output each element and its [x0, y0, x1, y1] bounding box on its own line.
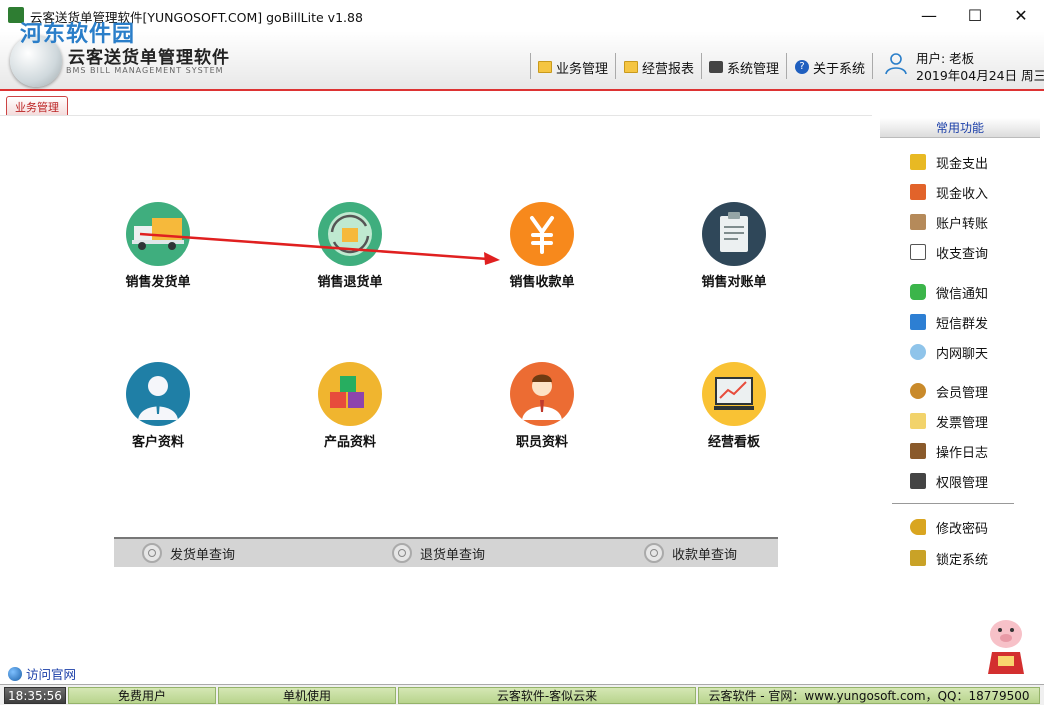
search-icon [644, 543, 664, 563]
sidebar-item-logs[interactable]: 操作日志 [910, 440, 988, 462]
sidebar-item-members[interactable]: 会员管理 [910, 380, 988, 402]
sidebar-title: 常用功能 [880, 118, 1040, 138]
annotation-arrow [139, 232, 500, 265]
sidebar-item-label: 权限管理 [936, 475, 989, 491]
sidebar-item-label: 修改密码 [936, 521, 989, 537]
cash-in-icon [910, 184, 926, 200]
query-label: 退货单查询 [420, 547, 486, 563]
signpost-icon [910, 214, 926, 230]
visit-link-label: 访问官网 [26, 667, 77, 682]
sidebar-item-transfer[interactable]: 账户转账 [910, 211, 988, 233]
sidebar-item-label: 微信通知 [936, 286, 989, 302]
status-slogan: 云客软件-客似云来 [398, 687, 696, 704]
sidebar-item-label: 收支查询 [936, 246, 989, 262]
search-icon [142, 543, 162, 563]
cash-out-icon [910, 154, 926, 170]
status-time: 18:35:56 [4, 687, 66, 704]
sidebar-item-label: 短信群发 [936, 316, 989, 332]
sms-icon [910, 314, 926, 330]
sidebar-item-label: 锁定系统 [936, 552, 989, 568]
receipt-query-button[interactable]: 收款单查询 [644, 543, 737, 563]
search-icon [392, 543, 412, 563]
sidebar-item-cash-out[interactable]: 现金支出 [910, 151, 988, 173]
status-bar: 18:35:56 免费用户 单机使用 云客软件-客似云来 云客软件 - 官网：w… [0, 684, 1044, 705]
sidebar-item-wechat[interactable]: 微信通知 [910, 281, 988, 303]
delivery-query-button[interactable]: 发货单查询 [142, 543, 235, 563]
query-label: 收款单查询 [672, 547, 738, 563]
medal-icon [910, 383, 926, 399]
wechat-icon [910, 284, 926, 300]
sidebar-item-label: 现金收入 [936, 186, 989, 202]
query-bar: 发货单查询 退货单查询 收款单查询 [114, 537, 778, 567]
globe-icon [8, 666, 22, 681]
sidebar-item-label: 现金支出 [936, 156, 989, 172]
search-doc-icon [910, 244, 926, 260]
monitor-icon [910, 473, 926, 489]
sidebar-item-label: 账户转账 [936, 216, 989, 232]
sidebar-item-label: 操作日志 [936, 445, 989, 461]
pig-mascot-icon [988, 620, 1024, 674]
sidebar-item-chat[interactable]: 内网聊天 [910, 341, 988, 363]
sidebar-item-invoices[interactable]: 发票管理 [910, 410, 988, 432]
sidebar-item-label: 内网聊天 [936, 346, 989, 362]
status-contact: 云客软件 - 官网：www.yungosoft.com，QQ：18779500 [698, 687, 1040, 704]
sidebar-item-sms[interactable]: 短信群发 [910, 311, 988, 333]
key-icon [910, 519, 926, 535]
lock-icon [910, 550, 926, 566]
return-query-button[interactable]: 退货单查询 [392, 543, 485, 563]
sidebar-divider [892, 503, 1014, 504]
sidebar-item-label: 发票管理 [936, 415, 989, 431]
sidebar-item-cash-in[interactable]: 现金收入 [910, 181, 988, 203]
sidebar-item-label: 会员管理 [936, 385, 989, 401]
chat-bubble-icon [910, 344, 926, 360]
visit-website-link[interactable]: 访问官网 [8, 664, 76, 683]
status-user-type: 免费用户 [68, 687, 216, 704]
sidebar-item-permissions[interactable]: 权限管理 [910, 470, 988, 492]
log-book-icon [910, 443, 926, 459]
query-label: 发货单查询 [170, 547, 236, 563]
note-icon [910, 413, 926, 429]
sidebar-item-balance-query[interactable]: 收支查询 [910, 241, 988, 263]
sidebar-item-change-password[interactable]: 修改密码 [910, 516, 988, 538]
sidebar-item-lock[interactable]: 锁定系统 [910, 547, 988, 569]
status-mode: 单机使用 [218, 687, 396, 704]
